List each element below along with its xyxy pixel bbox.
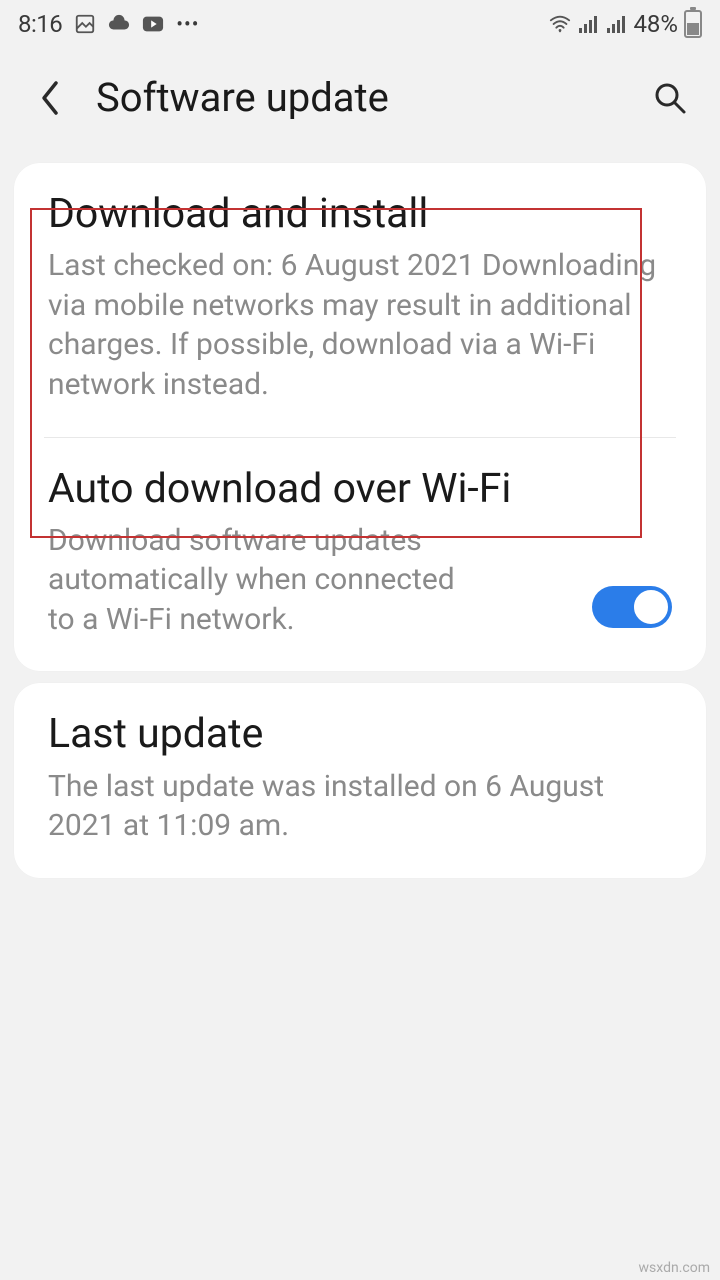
auto-download-toggle[interactable] [592,586,672,628]
status-time: 8:16 [18,10,62,38]
download-install-item[interactable]: Download and install Last checked on: 6 … [14,163,706,437]
auto-download-desc: Download software updates automatically … [48,521,488,640]
last-update-title: Last update [48,711,672,758]
last-update-desc: The last update was installed on 6 Augus… [48,767,672,846]
signal-icon-2 [605,13,627,35]
gallery-icon [74,13,96,35]
download-install-title: Download and install [48,191,672,238]
status-notification-icons: ••• [74,12,199,36]
download-install-desc: Last checked on: 6 August 2021 Downloadi… [48,246,672,404]
status-right: 48% [549,10,702,38]
auto-download-title: Auto download over Wi-Fi [48,466,572,513]
status-bar: 8:16 ••• 48% [0,0,720,40]
last-update-item[interactable]: Last update The last update was installe… [14,683,706,877]
battery-icon [684,10,702,38]
settings-card-2: Last update The last update was installe… [14,683,706,877]
wifi-icon [549,13,571,35]
status-left: 8:16 ••• [18,10,200,38]
back-button[interactable] [30,79,70,117]
youtube-icon [142,13,164,35]
app-header: Software update [0,40,720,151]
battery-percentage: 48% [633,10,678,38]
watermark: wsxdn.com [639,1260,710,1276]
search-button[interactable] [650,81,690,115]
signal-icon-1 [577,13,599,35]
more-notifications-icon: ••• [176,12,199,36]
cloud-icon [108,13,130,35]
settings-card-1: Download and install Last checked on: 6 … [14,163,706,671]
auto-download-item[interactable]: Auto download over Wi-Fi Download softwa… [14,438,706,672]
page-title: Software update [96,74,650,121]
